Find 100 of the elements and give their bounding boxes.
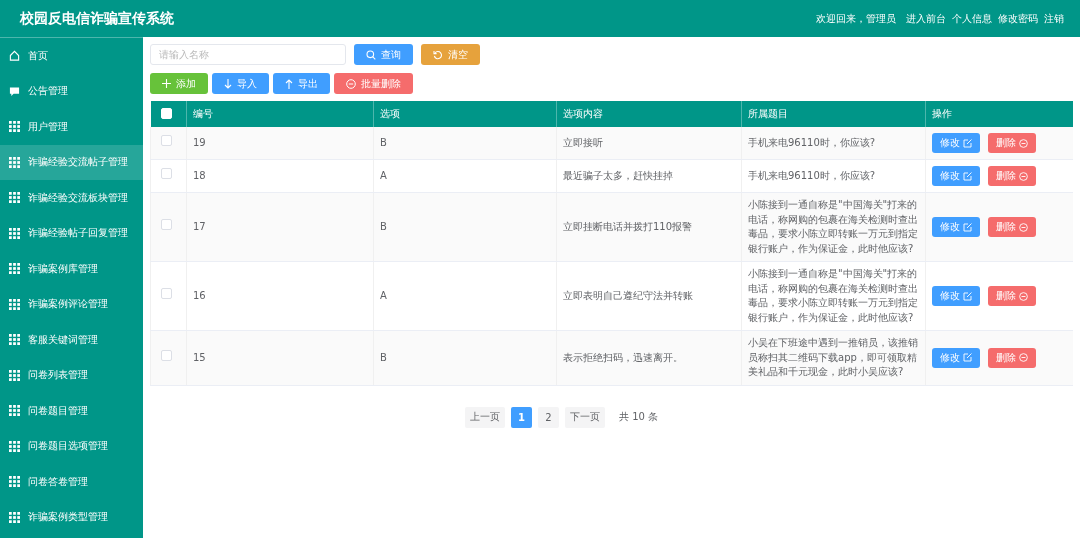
grid-icon xyxy=(9,156,20,168)
table-cell: 手机来电96110时，你应该? xyxy=(748,136,876,148)
grid-icon xyxy=(9,405,20,417)
checkbox[interactable] xyxy=(161,168,172,180)
edit-icon xyxy=(963,222,972,232)
table-cell: 小陈接到一通自称是"中国海关"打来的电话，称网购的包裹在海关检测时查出毒品，要求小陈立即转账一万元到指定银行账户，作为保证金，此时他应该? xyxy=(748,268,918,323)
sidebar-item[interactable]: 问卷题目管理 xyxy=(0,393,143,429)
header-link[interactable]: 注销 xyxy=(1044,11,1064,26)
page-button[interactable]: 1 xyxy=(510,406,532,428)
grid-icon xyxy=(9,476,20,488)
header-link[interactable]: 修改密码 xyxy=(998,11,1038,26)
column-header: 操作 xyxy=(932,108,952,119)
delete-button[interactable]: 删除 xyxy=(988,217,1036,237)
refresh-icon xyxy=(433,49,443,60)
edit-button[interactable]: 修改 xyxy=(932,286,980,306)
checkbox[interactable] xyxy=(161,135,172,147)
table-cell: 15 xyxy=(193,351,206,363)
table-cell: 表示拒绝扫码，迅速离开。 xyxy=(563,351,683,363)
edit-button[interactable]: 修改 xyxy=(932,166,980,186)
minus-circle-icon xyxy=(346,78,356,89)
column-header: 编号 xyxy=(193,108,213,119)
chat-icon xyxy=(9,85,20,97)
edit-icon xyxy=(963,138,972,148)
table-cell: A xyxy=(380,169,387,181)
batch-delete-button[interactable]: 批量删除 xyxy=(334,73,413,94)
minus-circle-icon xyxy=(1019,138,1028,148)
sidebar-item[interactable]: 诈骗案例库管理 xyxy=(0,251,143,287)
edit-button[interactable]: 修改 xyxy=(932,347,980,368)
table-cell: A xyxy=(380,289,387,301)
grid-icon xyxy=(9,334,20,346)
grid-icon xyxy=(9,263,20,275)
delete-button[interactable]: 删除 xyxy=(988,286,1036,306)
clear-button[interactable]: 清空 xyxy=(421,44,480,65)
down-arrow-icon xyxy=(224,78,232,89)
sidebar-item[interactable]: 客服关键词管理 xyxy=(0,322,143,358)
minus-circle-icon xyxy=(1019,353,1028,363)
checkbox[interactable] xyxy=(161,288,172,300)
table-cell: 16 xyxy=(193,289,206,301)
delete-button[interactable]: 删除 xyxy=(988,166,1036,186)
welcome-text: 欢迎回来，管理员 xyxy=(816,11,896,26)
table-cell: 立即接听 xyxy=(563,136,603,148)
sidebar-item[interactable]: 问卷答卷管理 xyxy=(0,464,143,500)
table-cell: B xyxy=(380,220,387,232)
table-cell: 立即表明自己遵纪守法并转账 xyxy=(563,289,693,301)
grid-icon xyxy=(9,121,20,133)
grid-icon xyxy=(9,192,20,204)
home-icon xyxy=(9,50,20,62)
delete-button[interactable]: 删除 xyxy=(988,133,1036,153)
table-cell: 小陈接到一通自称是"中国海关"打来的电话，称网购的包裹在海关检测时查出毒品，要求小陈立即转账一万元到指定银行账户，作为保证金，此时他应该? xyxy=(748,199,918,254)
table-cell: 17 xyxy=(193,220,206,232)
edit-button[interactable]: 修改 xyxy=(932,217,980,237)
search-icon xyxy=(366,49,376,60)
table-cell: 最近骗子太多，赶快挂掉 xyxy=(563,169,673,181)
edit-icon xyxy=(963,171,972,181)
table-cell: B xyxy=(380,136,387,148)
checkbox[interactable] xyxy=(161,350,172,361)
add-button[interactable]: 添加 xyxy=(150,73,208,94)
grid-icon xyxy=(9,369,20,381)
search-field[interactable]: 请输入名称 xyxy=(150,44,346,65)
checkbox[interactable] xyxy=(161,219,172,231)
table-cell: B xyxy=(380,351,387,363)
app-title: 校园反电信诈骗宣传系统 xyxy=(20,9,174,28)
minus-circle-icon xyxy=(1019,291,1028,301)
up-arrow-icon xyxy=(285,78,293,89)
delete-button[interactable]: 删除 xyxy=(988,347,1036,368)
sidebar-item[interactable]: 公告管理 xyxy=(0,73,143,109)
column-header: 选项内容 xyxy=(563,108,603,119)
import-button[interactable]: 导入 xyxy=(212,73,269,94)
column-header: 选项 xyxy=(380,108,400,119)
table-cell: 19 xyxy=(193,136,206,148)
prev-page-button[interactable]: 上一页 xyxy=(464,406,505,428)
edit-icon xyxy=(963,291,972,301)
sidebar-item[interactable]: 用户管理 xyxy=(0,109,143,145)
sidebar-item[interactable]: 诈骗经验交流帖子管理 xyxy=(0,144,143,180)
export-button[interactable]: 导出 xyxy=(273,73,330,94)
minus-circle-icon xyxy=(1019,222,1028,232)
sidebar-item[interactable]: 诈骗经验帖子回复管理 xyxy=(0,215,143,251)
page-button[interactable]: 2 xyxy=(537,406,559,428)
sidebar-item[interactable]: 诈骗案例评论管理 xyxy=(0,286,143,322)
sidebar-item[interactable]: 诈骗案例类型管理 xyxy=(0,499,143,535)
column-header: 所属题目 xyxy=(748,108,788,119)
grid-icon xyxy=(9,511,20,523)
sidebar-item[interactable]: 问卷列表管理 xyxy=(0,357,143,393)
table-cell: 18 xyxy=(193,169,206,181)
sidebar-item[interactable]: 问卷题目选项管理 xyxy=(0,428,143,464)
header-link[interactable]: 个人信息 xyxy=(952,11,992,26)
grid-icon xyxy=(9,227,20,239)
total-count: 共 10 条 xyxy=(618,410,659,424)
table-cell: 立即挂断电话并拨打110报警 xyxy=(563,220,693,232)
search-button[interactable]: 查询 xyxy=(354,44,413,65)
minus-circle-icon xyxy=(1019,171,1028,181)
grid-icon xyxy=(9,440,20,452)
next-page-button[interactable]: 下一页 xyxy=(564,406,605,428)
sidebar-item[interactable]: 诈骗经验交流板块管理 xyxy=(0,180,143,216)
grid-icon xyxy=(9,298,20,310)
edit-button[interactable]: 修改 xyxy=(932,133,980,153)
sidebar-item[interactable]: 首页 xyxy=(0,38,143,74)
table-cell: 小吴在下班途中遇到一推销员，该推销员称扫其二维码下载app，即可领取精美礼品和千元现金，此时小吴应该? xyxy=(748,337,918,377)
table-cell: 手机来电96110时，你应该? xyxy=(748,169,876,181)
header-link[interactable]: 进入前台 xyxy=(906,11,946,26)
